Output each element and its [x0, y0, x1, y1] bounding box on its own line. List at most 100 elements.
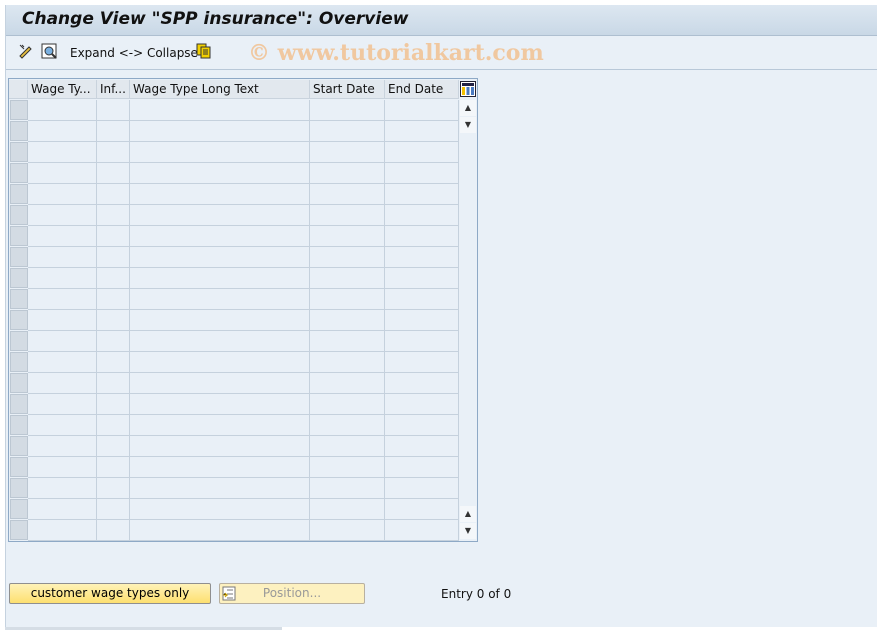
cell-start-date[interactable]: [310, 121, 385, 142]
copy-icon[interactable]: [196, 43, 212, 62]
cell-start-date[interactable]: [310, 310, 385, 331]
cell-wage-type[interactable]: [28, 100, 97, 121]
cell-infotype[interactable]: [97, 352, 130, 373]
cell-infotype[interactable]: [97, 205, 130, 226]
cell-wage-type[interactable]: [28, 352, 97, 373]
cell-start-date[interactable]: [310, 394, 385, 415]
scroll-down-button[interactable]: ▼: [460, 117, 476, 133]
column-header-start-date[interactable]: Start Date: [310, 80, 385, 99]
cell-infotype[interactable]: [97, 184, 130, 205]
cell-wage-type[interactable]: [28, 373, 97, 394]
cell-long-text[interactable]: [130, 163, 310, 184]
cell-end-date[interactable]: [385, 520, 459, 541]
column-header-long-text[interactable]: Wage Type Long Text: [130, 80, 310, 99]
cell-start-date[interactable]: [310, 163, 385, 184]
row-selector[interactable]: [10, 142, 28, 162]
cell-infotype[interactable]: [97, 457, 130, 478]
cell-start-date[interactable]: [310, 457, 385, 478]
cell-long-text[interactable]: [130, 247, 310, 268]
column-settings-icon[interactable]: [460, 81, 476, 100]
cell-start-date[interactable]: [310, 268, 385, 289]
cell-wage-type[interactable]: [28, 394, 97, 415]
cell-long-text[interactable]: [130, 457, 310, 478]
vertical-scrollbar[interactable]: ▲ ▼ ▲ ▼: [460, 100, 476, 540]
scroll-page-down-button[interactable]: ▼: [460, 523, 476, 539]
cell-end-date[interactable]: [385, 415, 459, 436]
row-selector[interactable]: [10, 436, 28, 456]
cell-start-date[interactable]: [310, 415, 385, 436]
cell-long-text[interactable]: [130, 142, 310, 163]
cell-start-date[interactable]: [310, 520, 385, 541]
cell-wage-type[interactable]: [28, 331, 97, 352]
cell-long-text[interactable]: [130, 415, 310, 436]
cell-long-text[interactable]: [130, 121, 310, 142]
cell-end-date[interactable]: [385, 100, 459, 121]
cell-start-date[interactable]: [310, 100, 385, 121]
cell-wage-type[interactable]: [28, 436, 97, 457]
cell-start-date[interactable]: [310, 226, 385, 247]
row-selector[interactable]: [10, 352, 28, 372]
row-selector[interactable]: [10, 247, 28, 267]
row-selector[interactable]: [10, 205, 28, 225]
cell-wage-type[interactable]: [28, 184, 97, 205]
cell-wage-type[interactable]: [28, 268, 97, 289]
cell-end-date[interactable]: [385, 394, 459, 415]
row-selector[interactable]: [10, 499, 28, 519]
cell-infotype[interactable]: [97, 100, 130, 121]
change-display-icon[interactable]: [18, 43, 34, 62]
cell-start-date[interactable]: [310, 247, 385, 268]
cell-end-date[interactable]: [385, 247, 459, 268]
scroll-page-up-button[interactable]: ▲: [460, 506, 476, 522]
cell-infotype[interactable]: [97, 268, 130, 289]
cell-wage-type[interactable]: [28, 247, 97, 268]
cell-infotype[interactable]: [97, 373, 130, 394]
cell-long-text[interactable]: [130, 436, 310, 457]
cell-start-date[interactable]: [310, 142, 385, 163]
row-selector[interactable]: [10, 310, 28, 330]
cell-wage-type[interactable]: [28, 478, 97, 499]
cell-long-text[interactable]: [130, 100, 310, 121]
cell-wage-type[interactable]: [28, 499, 97, 520]
row-selector[interactable]: [10, 520, 28, 540]
cell-long-text[interactable]: [130, 331, 310, 352]
cell-wage-type[interactable]: [28, 520, 97, 541]
cell-wage-type[interactable]: [28, 310, 97, 331]
cell-long-text[interactable]: [130, 289, 310, 310]
select-all-button[interactable]: [9, 80, 28, 99]
cell-end-date[interactable]: [385, 352, 459, 373]
cell-infotype[interactable]: [97, 436, 130, 457]
cell-long-text[interactable]: [130, 373, 310, 394]
cell-start-date[interactable]: [310, 289, 385, 310]
column-header-infotype[interactable]: Inf...: [97, 80, 130, 99]
cell-wage-type[interactable]: [28, 163, 97, 184]
cell-long-text[interactable]: [130, 478, 310, 499]
cell-end-date[interactable]: [385, 499, 459, 520]
cell-long-text[interactable]: [130, 499, 310, 520]
cell-end-date[interactable]: [385, 205, 459, 226]
cell-end-date[interactable]: [385, 457, 459, 478]
cell-long-text[interactable]: [130, 184, 310, 205]
cell-start-date[interactable]: [310, 331, 385, 352]
cell-infotype[interactable]: [97, 289, 130, 310]
row-selector[interactable]: [10, 331, 28, 351]
row-selector[interactable]: [10, 184, 28, 204]
cell-long-text[interactable]: [130, 520, 310, 541]
cell-start-date[interactable]: [310, 499, 385, 520]
cell-end-date[interactable]: [385, 310, 459, 331]
cell-start-date[interactable]: [310, 478, 385, 499]
cell-start-date[interactable]: [310, 184, 385, 205]
row-selector[interactable]: [10, 100, 28, 120]
expand-collapse-button[interactable]: Expand <-> Collapse: [70, 46, 198, 60]
cell-wage-type[interactable]: [28, 415, 97, 436]
cell-long-text[interactable]: [130, 352, 310, 373]
column-header-end-date[interactable]: End Date: [385, 80, 459, 99]
cell-wage-type[interactable]: [28, 226, 97, 247]
cell-wage-type[interactable]: [28, 121, 97, 142]
cell-infotype[interactable]: [97, 415, 130, 436]
cell-long-text[interactable]: [130, 394, 310, 415]
cell-end-date[interactable]: [385, 184, 459, 205]
cell-infotype[interactable]: [97, 478, 130, 499]
cell-long-text[interactable]: [130, 310, 310, 331]
cell-infotype[interactable]: [97, 331, 130, 352]
row-selector[interactable]: [10, 289, 28, 309]
